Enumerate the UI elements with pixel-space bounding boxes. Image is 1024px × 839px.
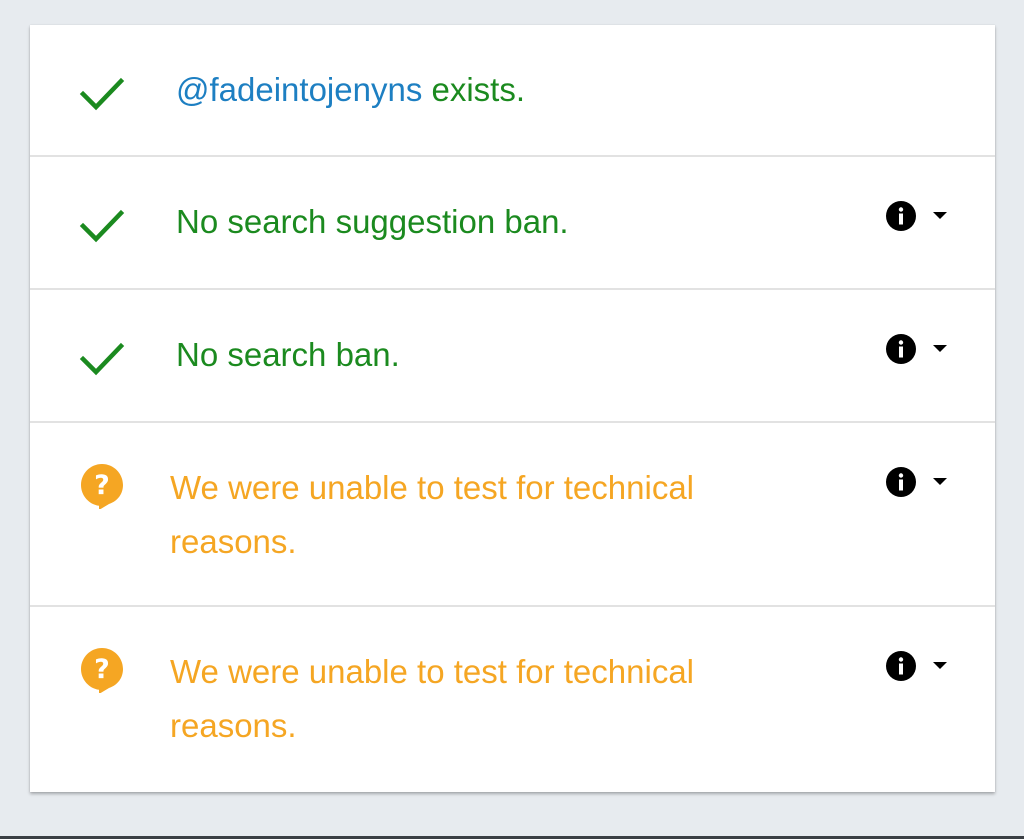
svg-text:?: ?: [94, 470, 110, 501]
chevron-down-icon[interactable]: [933, 661, 947, 671]
exists-text: exists.: [422, 71, 526, 108]
checkmark-icon: [79, 209, 125, 243]
details-toggle[interactable]: [886, 201, 947, 231]
result-row-exists: @fadeintojenyns exists.: [30, 25, 995, 157]
chevron-down-icon[interactable]: [933, 211, 947, 221]
info-icon[interactable]: [886, 201, 916, 231]
details-toggle[interactable]: [886, 467, 947, 497]
result-row-technical-1: ? We were unable to test for technical r…: [30, 423, 995, 607]
checkmark-icon: [79, 77, 125, 111]
chevron-down-icon[interactable]: [933, 344, 947, 354]
info-icon[interactable]: [886, 651, 916, 681]
result-message: We were unable to test for technical rea…: [170, 653, 695, 744]
question-icon: ?: [81, 648, 123, 693]
result-message: No search suggestion ban.: [176, 203, 569, 240]
question-icon: ?: [81, 464, 123, 509]
info-icon[interactable]: [886, 334, 916, 364]
details-toggle[interactable]: [886, 334, 947, 364]
user-handle-link[interactable]: @fadeintojenyns: [176, 71, 422, 108]
result-row-technical-2: ? We were unable to test for technical r…: [30, 607, 995, 792]
result-row-search-ban: No search ban.: [30, 290, 995, 423]
results-card: @fadeintojenyns exists. No search sugges…: [30, 25, 995, 792]
chevron-down-icon[interactable]: [933, 477, 947, 487]
checkmark-icon: [79, 342, 125, 376]
info-icon[interactable]: [886, 467, 916, 497]
result-message: @fadeintojenyns exists.: [176, 63, 525, 117]
result-message: We were unable to test for technical rea…: [170, 469, 695, 560]
result-row-search-suggestion: No search suggestion ban.: [30, 157, 995, 290]
details-toggle[interactable]: [886, 651, 947, 681]
svg-text:?: ?: [94, 654, 110, 685]
result-message: No search ban.: [176, 336, 400, 373]
